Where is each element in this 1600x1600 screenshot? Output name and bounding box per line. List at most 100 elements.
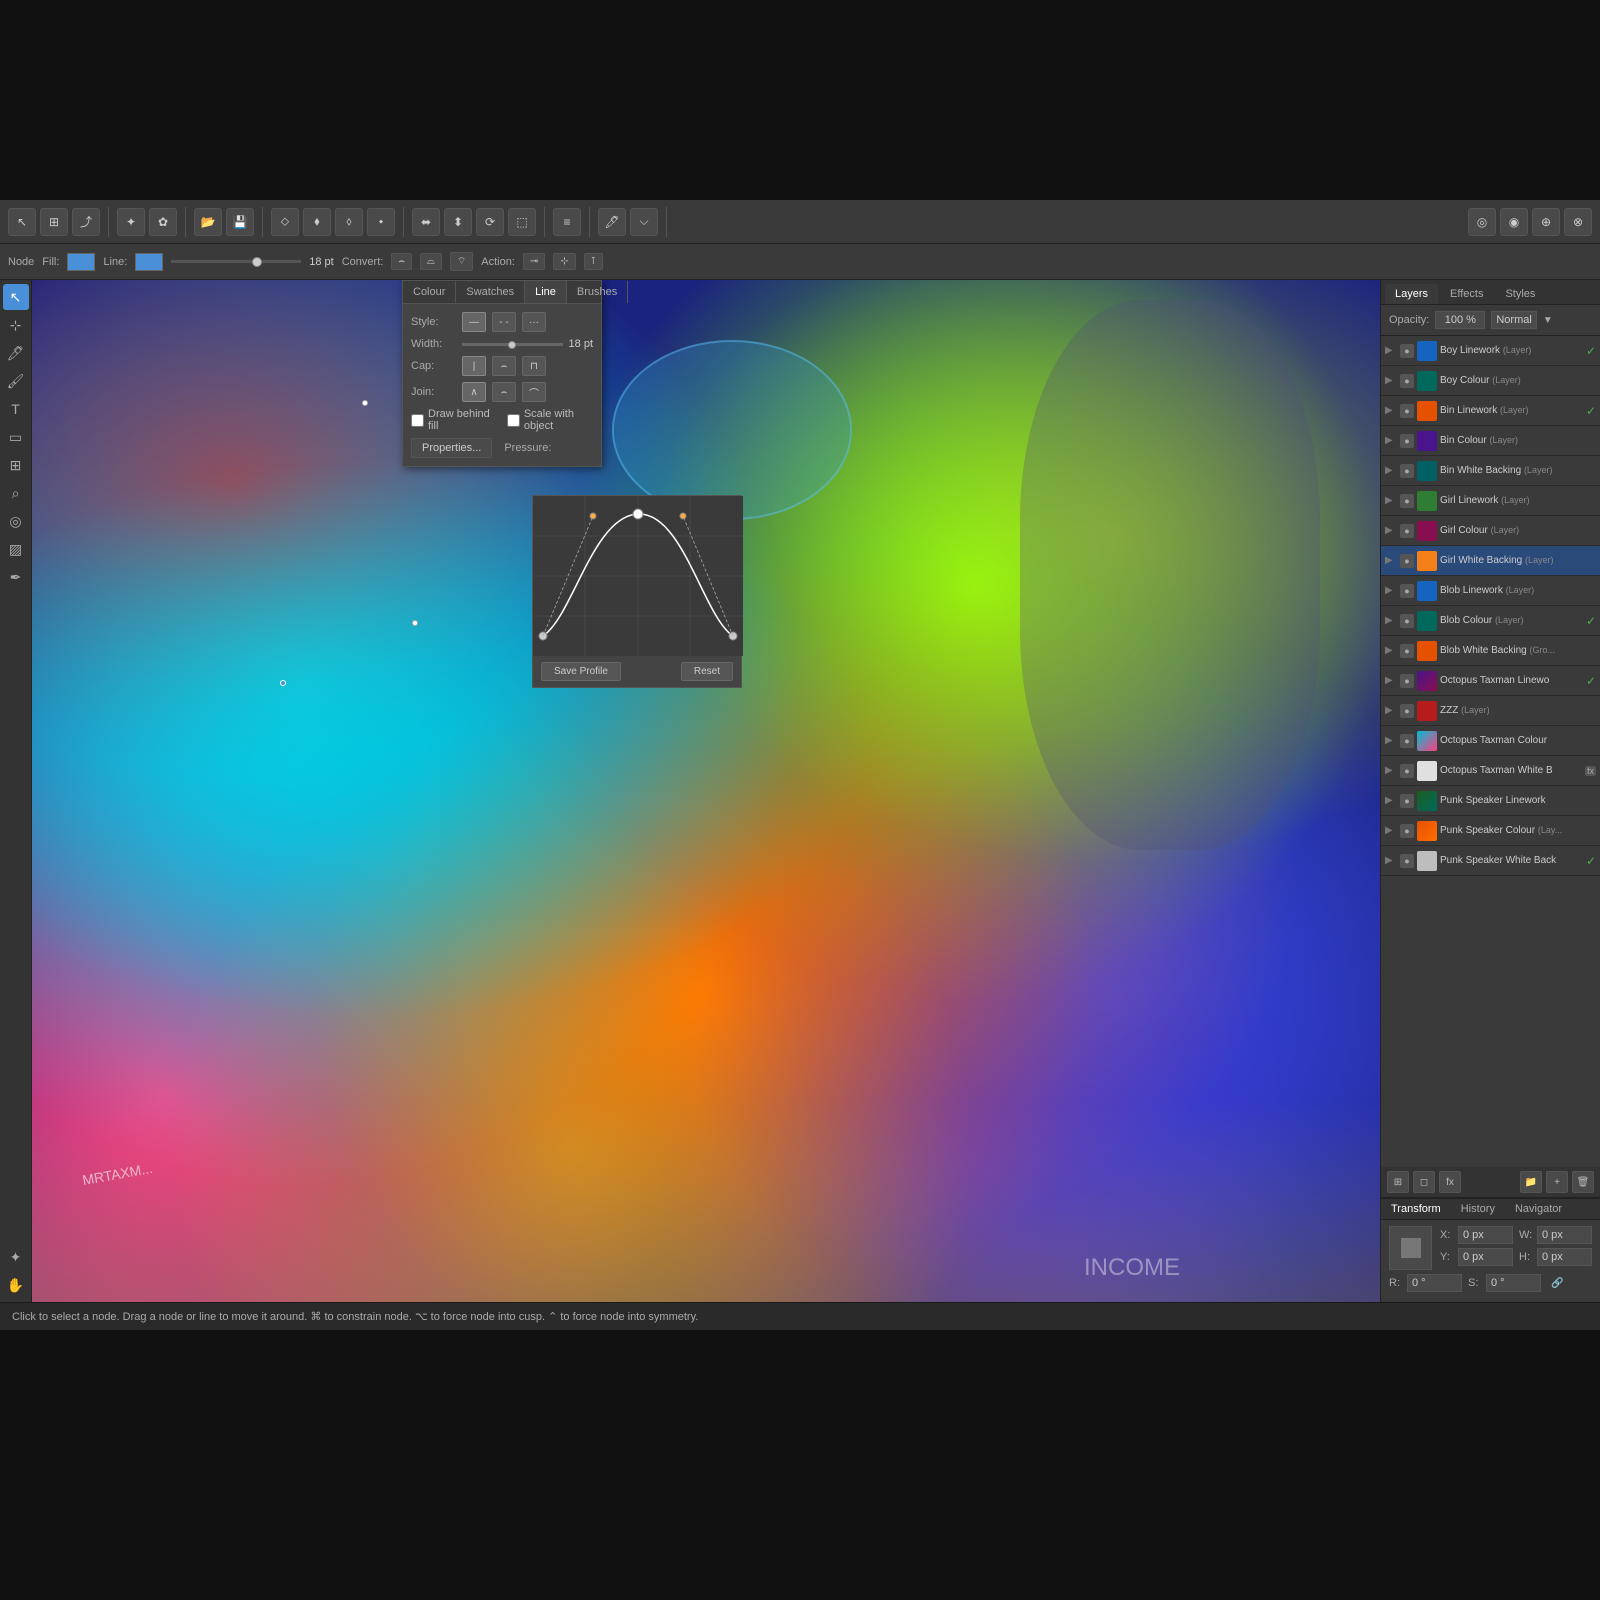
persona-btn2[interactable]: ✿ — [149, 208, 177, 236]
layer-item-punk-speaker-linework[interactable]: ▶ ● Punk Speaker Linework — [1381, 786, 1600, 816]
layer-item-boy-linework[interactable]: ▶ ● Boy Linework (Layer) ✓ — [1381, 336, 1600, 366]
pen-btn[interactable]: 🖊 — [598, 208, 626, 236]
effects-tab[interactable]: Effects — [1440, 284, 1493, 304]
panel-width-slider[interactable] — [462, 343, 563, 346]
visibility-eye[interactable]: ● — [1400, 674, 1414, 688]
expand-icon[interactable]: ▶ — [1385, 615, 1397, 626]
expand-icon[interactable]: ▶ — [1385, 465, 1397, 476]
pressure-curve-canvas[interactable] — [533, 496, 743, 656]
fill-tool-btn[interactable]: ◎ — [3, 508, 29, 534]
export-btn[interactable]: ⬧ — [303, 208, 331, 236]
node-point-selected[interactable] — [280, 680, 286, 686]
blend-mode-select[interactable]: Normal — [1491, 311, 1536, 329]
visibility-eye[interactable]: ● — [1400, 614, 1414, 628]
visibility-eye[interactable]: ● — [1400, 554, 1414, 568]
blend-mode-arrow[interactable]: ▼ — [1543, 315, 1553, 326]
join-round-btn[interactable]: ⌢ — [492, 382, 516, 402]
layers-delete-btn[interactable]: 🗑 — [1572, 1171, 1594, 1193]
style-dot-btn[interactable]: ··· — [522, 312, 546, 332]
cap-round-btn[interactable]: ⌢ — [492, 356, 516, 376]
visibility-eye[interactable]: ● — [1400, 734, 1414, 748]
visibility-eye[interactable]: ● — [1400, 464, 1414, 478]
visibility-eye[interactable]: ● — [1400, 524, 1414, 538]
layer-item-boy-colour[interactable]: ▶ ● Boy Colour (Layer) — [1381, 366, 1600, 396]
expand-icon[interactable]: ▶ — [1385, 405, 1397, 416]
styles-tab[interactable]: Styles — [1495, 284, 1545, 304]
layer-item-punk-speaker-colour[interactable]: ▶ ● Punk Speaker Colour (Lay... — [1381, 816, 1600, 846]
layer-item-girl-colour[interactable]: ▶ ● Girl Colour (Layer) — [1381, 516, 1600, 546]
layer-item-blob-white-backing[interactable]: ▶ ● Blob White Backing (Gro... — [1381, 636, 1600, 666]
h-field[interactable] — [1537, 1248, 1592, 1266]
layer-item-octopus-taxman-colour[interactable]: ▶ ● Octopus Taxman Colour — [1381, 726, 1600, 756]
expand-icon[interactable]: ▶ — [1385, 855, 1397, 866]
transform-tab[interactable]: Transform — [1381, 1199, 1451, 1219]
visibility-eye[interactable]: ● — [1400, 704, 1414, 718]
convert-smart-btn[interactable]: ⌔ — [450, 252, 473, 271]
save-btn[interactable]: 💾 — [226, 208, 254, 236]
mirror-h-btn[interactable]: ⬌ — [412, 208, 440, 236]
align-btn[interactable]: ≡ — [553, 208, 581, 236]
draw-behind-fill-checkbox[interactable] — [411, 414, 424, 427]
r-field[interactable] — [1407, 1274, 1462, 1292]
gradient-tool-btn[interactable]: ▨ — [3, 536, 29, 562]
open-btn[interactable]: 📂 — [194, 208, 222, 236]
properties-btn[interactable]: Properties... — [411, 438, 492, 458]
visibility-eye[interactable]: ● — [1400, 854, 1414, 868]
style-dash-btn[interactable]: - - — [492, 312, 516, 332]
action-btn2[interactable]: ⊹ — [553, 253, 575, 270]
join-miter-btn[interactable]: ∧ — [462, 382, 486, 402]
reset-btn[interactable]: Reset — [681, 662, 733, 681]
action-btn1[interactable]: ⊸ — [523, 253, 545, 270]
save-profile-btn[interactable]: Save Profile — [541, 662, 621, 681]
convert-corner-btn[interactable]: ⌓ — [420, 253, 442, 270]
layer-item-zzz[interactable]: ▶ ● ZZZ (Layer) — [1381, 696, 1600, 726]
layers-mask-btn[interactable]: ◻ — [1413, 1171, 1435, 1193]
expand-icon[interactable]: ▶ — [1385, 825, 1397, 836]
view-btn4[interactable]: ⊗ — [1564, 208, 1592, 236]
export2-btn[interactable]: ⬨ — [335, 208, 363, 236]
link-icon[interactable]: 🔗 — [1551, 1278, 1563, 1289]
node-point-1[interactable] — [362, 400, 368, 406]
cap-butt-btn[interactable]: | — [462, 356, 486, 376]
select-tool-btn[interactable]: ↖ — [8, 208, 36, 236]
flip-btn[interactable]: ⟳ — [476, 208, 504, 236]
scale-with-object-checkbox[interactable] — [507, 414, 520, 427]
eyedrop-tool-btn[interactable]: ✒ — [3, 564, 29, 590]
layers-fx-btn[interactable]: fx — [1439, 1171, 1461, 1193]
visibility-eye[interactable]: ● — [1400, 644, 1414, 658]
arrow-tool-btn[interactable]: ↖ — [3, 284, 29, 310]
s-field[interactable] — [1486, 1274, 1541, 1292]
expand-icon[interactable]: ▶ — [1385, 705, 1397, 716]
shape-tool-btn[interactable]: ▭ — [3, 424, 29, 450]
layer-item-octopus-taxman-linewo[interactable]: ▶ ● Octopus Taxman Linewo ✓ — [1381, 666, 1600, 696]
zoom-tool-btn[interactable]: ⌕ — [3, 480, 29, 506]
line-color-indicator[interactable] — [135, 253, 163, 271]
view-btn1[interactable]: ◎ — [1468, 208, 1496, 236]
text-tool-btn[interactable]: T — [3, 396, 29, 422]
transform-tool-btn[interactable]: ✦ — [3, 1244, 29, 1270]
action-btn3[interactable]: ⊺ — [584, 253, 603, 270]
fill-color-indicator[interactable] — [67, 253, 95, 271]
y-field[interactable] — [1458, 1248, 1513, 1266]
w-field[interactable] — [1537, 1226, 1592, 1244]
visibility-eye[interactable]: ● — [1400, 404, 1414, 418]
colour-tab[interactable]: Colour — [403, 281, 456, 303]
visibility-eye[interactable]: ● — [1400, 824, 1414, 838]
layers-add-btn[interactable]: + — [1546, 1171, 1568, 1193]
persona-btn1[interactable]: ✦ — [117, 208, 145, 236]
layer-item-bin-colour[interactable]: ▶ ● Bin Colour (Layer) — [1381, 426, 1600, 456]
layers-tab[interactable]: Layers — [1385, 284, 1438, 304]
canvas-area[interactable]: MRTAXM... ROCK INCOME Colour Swatches Li… — [32, 280, 1380, 1302]
layer-item-girl-linework[interactable]: ▶ ● Girl Linework (Layer) — [1381, 486, 1600, 516]
navigator-tab[interactable]: Navigator — [1505, 1199, 1572, 1219]
expand-icon[interactable]: ▶ — [1385, 765, 1397, 776]
visibility-eye[interactable]: ● — [1400, 374, 1414, 388]
crop-tool-btn[interactable]: ⊞ — [3, 452, 29, 478]
visibility-eye[interactable]: ● — [1400, 434, 1414, 448]
visibility-eye[interactable]: ● — [1400, 794, 1414, 808]
vector-btn[interactable]: ⌵ — [630, 208, 658, 236]
expand-icon[interactable]: ▶ — [1385, 375, 1397, 386]
layer-item-blob-linework[interactable]: ▶ ● Blob Linework (Layer) — [1381, 576, 1600, 606]
another-btn[interactable]: ⬚ — [508, 208, 536, 236]
view-btn3[interactable]: ⊕ — [1532, 208, 1560, 236]
